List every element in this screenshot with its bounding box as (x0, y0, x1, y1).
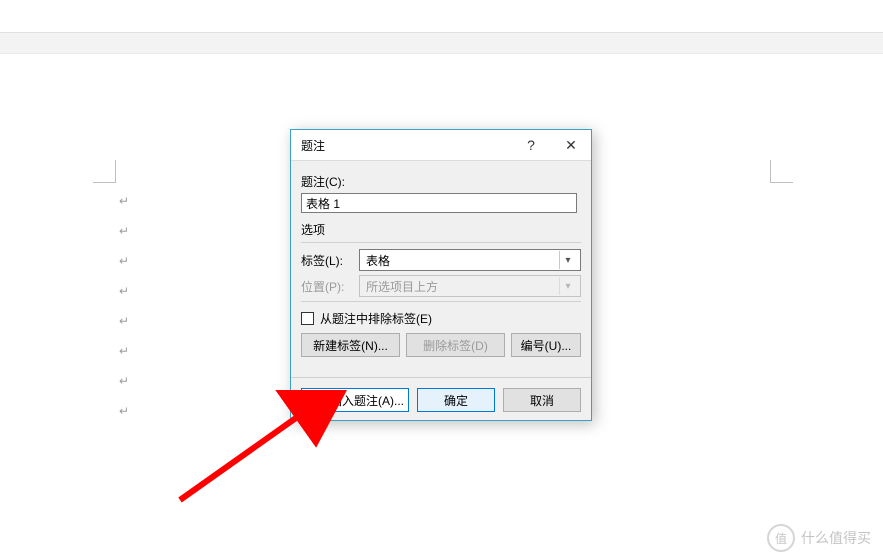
caption-input[interactable] (301, 193, 577, 213)
numbering-button[interactable]: 编号(U)... (511, 333, 581, 357)
paragraph-mark: ↵ (119, 246, 129, 276)
options-divider-2 (301, 301, 581, 302)
close-button[interactable]: ✕ (551, 130, 591, 160)
auto-caption-button[interactable]: 自动插入题注(A)... (301, 388, 409, 412)
options-divider (301, 242, 581, 243)
caption-field-label: 题注(C): (301, 173, 581, 190)
label-dropdown-label: 标签(L): (301, 252, 353, 269)
paragraph-mark: ↵ (119, 366, 129, 396)
position-dropdown: 所选项目上方 ▾ (359, 275, 581, 297)
exclude-label-checkbox[interactable] (301, 312, 314, 325)
paragraph-mark: ↵ (119, 276, 129, 306)
delete-label-button: 删除标签(D) (406, 333, 505, 357)
paragraph-mark: ↵ (119, 306, 129, 336)
paragraph-mark: ↵ (119, 396, 129, 426)
dialog-title: 题注 (301, 137, 511, 154)
ok-button[interactable]: 确定 (417, 388, 495, 412)
dialog-titlebar[interactable]: 题注 ? ✕ (291, 130, 591, 161)
close-icon: ✕ (565, 137, 577, 154)
paragraph-mark: ↵ (119, 186, 129, 216)
chevron-down-icon: ▾ (559, 251, 576, 269)
exclude-label-checkbox-label[interactable]: 从题注中排除标签(E) (320, 310, 432, 327)
help-button[interactable]: ? (511, 130, 551, 160)
caption-dialog: 题注 ? ✕ 题注(C): 选项 标签(L): 表格 ▾ 位置(P): 所选项目… (290, 129, 592, 421)
paragraph-marks-column: ↵ ↵ ↵ ↵ ↵ ↵ ↵ ↵ (119, 186, 129, 426)
label-dropdown-value: 表格 (366, 252, 390, 269)
watermark: 值 什么值得买 (767, 524, 871, 552)
cancel-button[interactable]: 取消 (503, 388, 581, 412)
help-icon: ? (527, 137, 535, 153)
new-label-button[interactable]: 新建标签(N)... (301, 333, 400, 357)
chevron-down-icon: ▾ (559, 277, 576, 295)
position-dropdown-label: 位置(P): (301, 278, 353, 295)
options-header: 选项 (301, 221, 581, 238)
watermark-text: 什么值得买 (801, 528, 871, 548)
label-dropdown[interactable]: 表格 ▾ (359, 249, 581, 271)
page-corner-top-left (93, 160, 116, 183)
watermark-icon: 值 (767, 524, 795, 552)
paragraph-mark: ↵ (119, 336, 129, 366)
page-corner-top-right (770, 160, 793, 183)
position-dropdown-value: 所选项目上方 (366, 278, 438, 295)
paragraph-mark: ↵ (119, 216, 129, 246)
ribbon-separator-band (0, 32, 883, 54)
